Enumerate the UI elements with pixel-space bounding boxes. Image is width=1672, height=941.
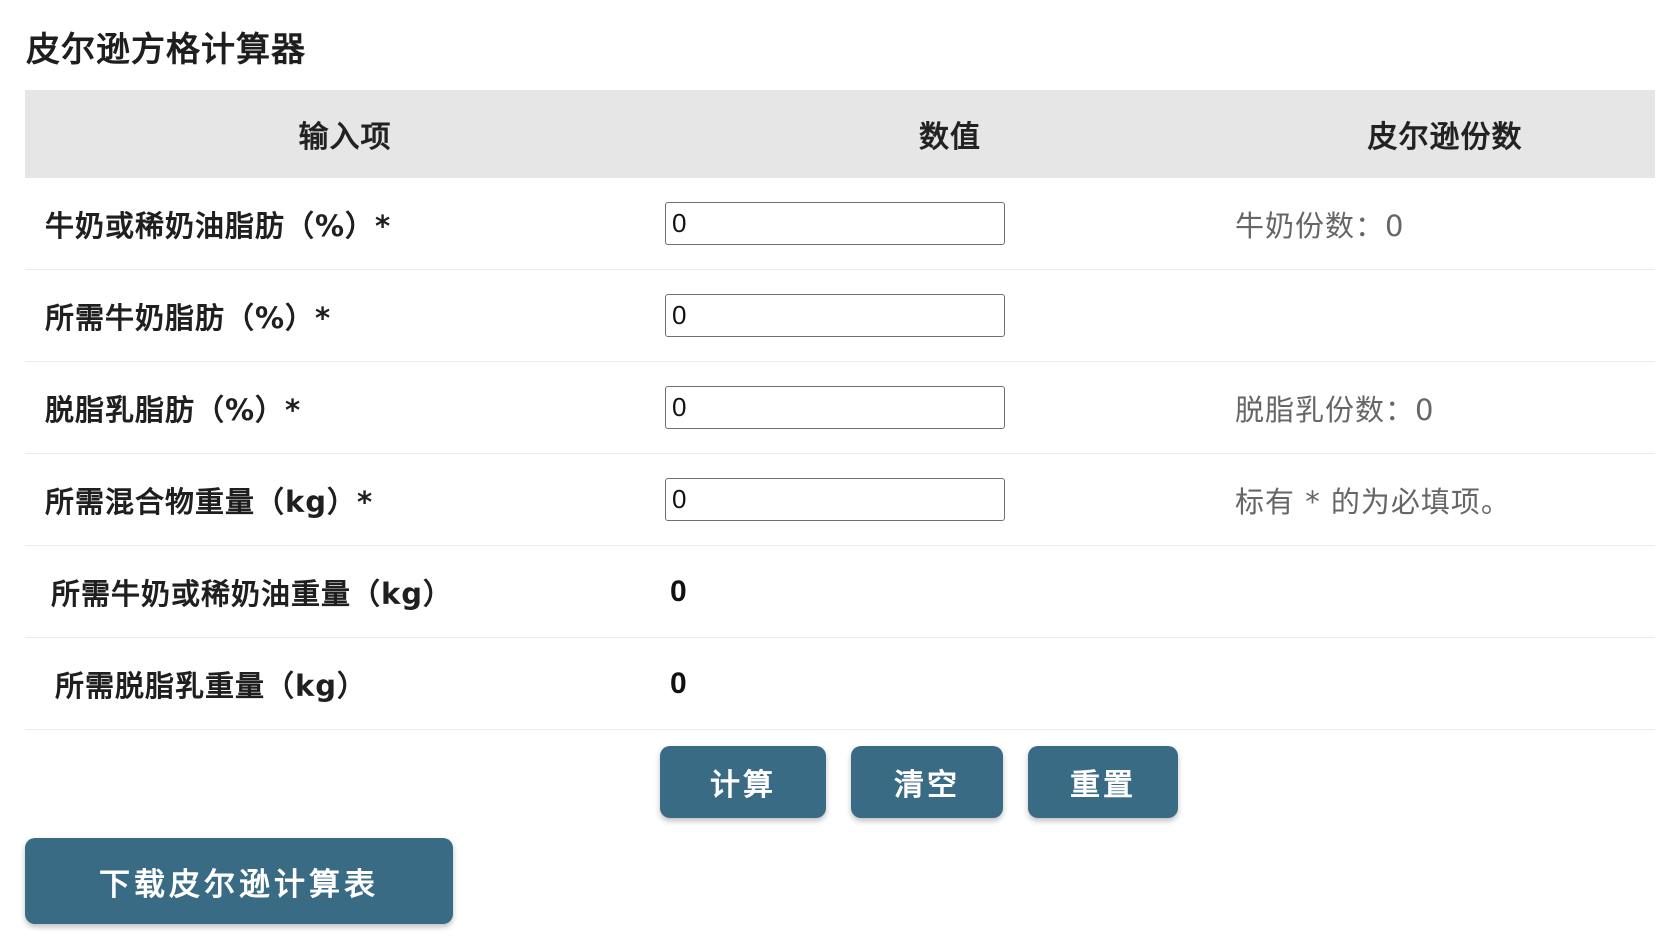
- milk-weight-result-cell: 0: [665, 575, 1235, 609]
- skim-weight-result-label: 所需脱脂乳重量（kg）: [55, 668, 368, 703]
- calculator-table: 输入项 数值 皮尔逊份数 牛奶或稀奶油脂肪（%）* 牛奶份数：0 所需牛奶脂肪（…: [25, 90, 1655, 730]
- desired-fat-input[interactable]: [665, 294, 1005, 337]
- mix-weight-value-cell: [665, 478, 1235, 521]
- skim-fat-value-cell: [665, 386, 1235, 429]
- table-row-milk-weight-result: 所需牛奶或稀奶油重量（kg） 0: [25, 546, 1655, 638]
- milk-fat-label: 牛奶或稀奶油脂肪（%）*: [45, 208, 392, 243]
- header-value: 数值: [919, 120, 981, 155]
- table-row-desired-fat: 所需牛奶脂肪（%）*: [25, 270, 1655, 362]
- skim-fat-label: 脱脂乳脂肪（%）*: [45, 392, 302, 427]
- action-buttons: 计算 清空 重置: [660, 746, 1178, 818]
- table-row-skim-weight-result: 所需脱脂乳重量（kg） 0: [25, 638, 1655, 730]
- mix-weight-label: 所需混合物重量（kg）*: [45, 484, 374, 519]
- table-row-mix-weight: 所需混合物重量（kg）* 标有 * 的为必填项。: [25, 454, 1655, 546]
- desired-fat-label: 所需牛奶脂肪（%）*: [45, 300, 332, 335]
- milk-weight-result-label: 所需牛奶或稀奶油重量（kg）: [51, 576, 454, 611]
- reset-button[interactable]: 重置: [1028, 746, 1178, 818]
- skim-parts-text: 脱脂乳份数：0: [1235, 392, 1435, 427]
- milk-fat-value-cell: [665, 202, 1235, 245]
- table-row-skim-fat: 脱脂乳脂肪（%）* 脱脂乳份数：0: [25, 362, 1655, 454]
- desired-fat-value-cell: [665, 294, 1235, 337]
- clear-button[interactable]: 清空: [851, 746, 1003, 818]
- table-header: 输入项 数值 皮尔逊份数: [25, 90, 1655, 178]
- milk-weight-result-value: 0: [670, 574, 687, 608]
- skim-fat-input[interactable]: [665, 386, 1005, 429]
- header-pearson-parts: 皮尔逊份数: [1367, 120, 1523, 155]
- required-note: 标有 * 的为必填项。: [1235, 484, 1511, 519]
- skim-weight-result-cell: 0: [665, 667, 1235, 701]
- milk-fat-input[interactable]: [665, 202, 1005, 245]
- skim-weight-result-value: 0: [670, 666, 687, 700]
- table-row-milk-fat: 牛奶或稀奶油脂肪（%）* 牛奶份数：0: [25, 178, 1655, 270]
- header-input-item: 输入项: [298, 120, 392, 155]
- download-sheet-button[interactable]: 下载皮尔逊计算表: [25, 838, 453, 924]
- milk-parts-text: 牛奶份数：0: [1235, 208, 1405, 243]
- mix-weight-input[interactable]: [665, 478, 1005, 521]
- calculate-button[interactable]: 计算: [660, 746, 826, 818]
- page-title: 皮尔逊方格计算器: [26, 30, 306, 70]
